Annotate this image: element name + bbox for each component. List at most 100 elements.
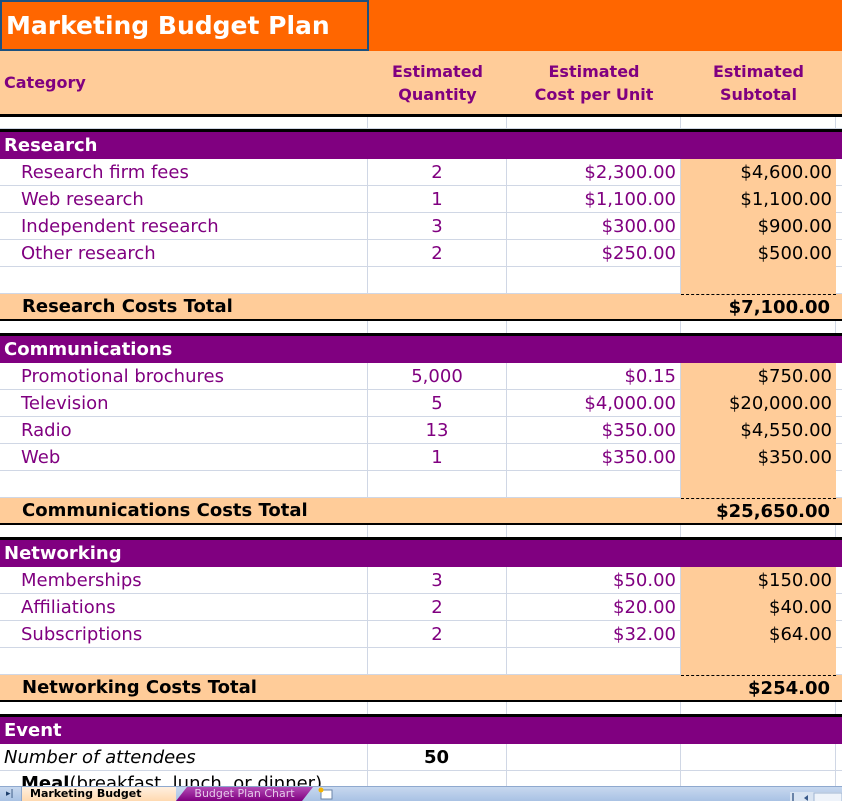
total-label[interactable]: Communications Costs Total bbox=[0, 498, 368, 523]
item-subtotal[interactable]: $20,000.00 bbox=[681, 390, 836, 417]
empty-cell[interactable] bbox=[836, 267, 842, 294]
horizontal-scrollbar[interactable] bbox=[790, 789, 842, 801]
empty-cell[interactable] bbox=[836, 594, 842, 621]
header-cost-per-unit[interactable]: Estimated Cost per Unit bbox=[507, 51, 681, 114]
item-label[interactable]: Affiliations bbox=[0, 594, 368, 621]
item-cost-per-unit[interactable]: $2,300.00 bbox=[507, 159, 681, 186]
empty-cell[interactable] bbox=[368, 648, 507, 675]
empty-cell[interactable] bbox=[507, 117, 681, 129]
item-cost-per-unit[interactable]: $20.00 bbox=[507, 594, 681, 621]
item-subtotal[interactable]: $4,550.00 bbox=[681, 417, 836, 444]
empty-cell[interactable] bbox=[507, 648, 681, 675]
empty-cell[interactable] bbox=[507, 771, 681, 786]
total-value[interactable]: $25,650.00 bbox=[681, 498, 836, 523]
item-cost-per-unit[interactable]: $350.00 bbox=[507, 444, 681, 471]
empty-cell[interactable] bbox=[836, 567, 842, 594]
attendees-value[interactable]: 50 bbox=[368, 744, 507, 771]
empty-cell[interactable] bbox=[836, 390, 842, 417]
item-cost-per-unit[interactable]: $250.00 bbox=[507, 240, 681, 267]
empty-cell[interactable] bbox=[368, 471, 507, 498]
tab-budget-plan-chart[interactable]: Budget Plan Chart bbox=[176, 787, 313, 801]
empty-cell[interactable] bbox=[507, 336, 681, 363]
item-quantity[interactable]: 3 bbox=[368, 213, 507, 240]
empty-cell[interactable] bbox=[836, 471, 842, 498]
section-title[interactable]: Networking bbox=[0, 540, 368, 567]
empty-cell[interactable] bbox=[368, 267, 507, 294]
empty-cell[interactable] bbox=[836, 540, 842, 567]
empty-cell[interactable] bbox=[681, 471, 836, 498]
meal-label[interactable]: Meal (breakfast, lunch, or dinner) bbox=[0, 771, 368, 786]
section-title[interactable]: Communications bbox=[0, 336, 368, 363]
empty-cell[interactable] bbox=[507, 540, 681, 567]
item-subtotal[interactable]: $4,600.00 bbox=[681, 159, 836, 186]
tab-scroll-last-icon[interactable]: ▸| bbox=[6, 787, 14, 801]
item-cost-per-unit[interactable]: $50.00 bbox=[507, 567, 681, 594]
empty-cell[interactable] bbox=[368, 498, 507, 523]
empty-cell[interactable] bbox=[836, 336, 842, 363]
item-quantity[interactable]: 13 bbox=[368, 417, 507, 444]
empty-cell[interactable] bbox=[368, 117, 507, 129]
item-subtotal[interactable]: $750.00 bbox=[681, 363, 836, 390]
empty-cell[interactable] bbox=[368, 540, 507, 567]
empty-cell[interactable] bbox=[836, 363, 842, 390]
item-label[interactable]: Other research bbox=[0, 240, 368, 267]
empty-cell[interactable] bbox=[836, 240, 842, 267]
empty-cell[interactable] bbox=[836, 744, 842, 771]
header-quantity[interactable]: Estimated Quantity bbox=[368, 51, 507, 114]
empty-cell[interactable] bbox=[836, 498, 842, 523]
empty-cell[interactable] bbox=[681, 744, 836, 771]
item-cost-per-unit[interactable]: $300.00 bbox=[507, 213, 681, 240]
empty-cell[interactable] bbox=[681, 267, 836, 294]
empty-cell[interactable] bbox=[681, 771, 836, 786]
total-label[interactable]: Research Costs Total bbox=[0, 294, 368, 319]
item-label[interactable]: Independent research bbox=[0, 213, 368, 240]
empty-cell[interactable] bbox=[507, 267, 681, 294]
item-quantity[interactable]: 2 bbox=[368, 240, 507, 267]
item-label[interactable]: Research firm fees bbox=[0, 159, 368, 186]
empty-cell[interactable] bbox=[368, 675, 507, 700]
empty-cell[interactable] bbox=[368, 771, 507, 786]
empty-cell[interactable] bbox=[836, 117, 842, 129]
empty-cell[interactable] bbox=[507, 744, 681, 771]
empty-cell[interactable] bbox=[681, 540, 836, 567]
item-quantity[interactable]: 2 bbox=[368, 621, 507, 648]
empty-cell[interactable] bbox=[0, 648, 368, 675]
item-subtotal[interactable]: $1,100.00 bbox=[681, 186, 836, 213]
total-label[interactable]: Networking Costs Total bbox=[0, 675, 368, 700]
empty-cell[interactable] bbox=[507, 717, 681, 744]
attendees-label[interactable]: Number of attendees bbox=[0, 744, 368, 771]
item-quantity[interactable]: 1 bbox=[368, 186, 507, 213]
item-label[interactable]: Promotional brochures bbox=[0, 363, 368, 390]
empty-cell[interactable] bbox=[681, 336, 836, 363]
section-title[interactable]: Event bbox=[0, 717, 368, 744]
item-subtotal[interactable]: $350.00 bbox=[681, 444, 836, 471]
empty-cell[interactable] bbox=[681, 132, 836, 159]
item-quantity[interactable]: 1 bbox=[368, 444, 507, 471]
empty-cell[interactable] bbox=[0, 267, 368, 294]
header-subtotal[interactable]: Estimated Subtotal bbox=[681, 51, 836, 114]
empty-cell[interactable] bbox=[836, 675, 842, 700]
item-quantity[interactable]: 5 bbox=[368, 390, 507, 417]
empty-cell[interactable] bbox=[681, 648, 836, 675]
item-subtotal[interactable]: $500.00 bbox=[681, 240, 836, 267]
empty-cell[interactable] bbox=[507, 132, 681, 159]
item-quantity[interactable]: 3 bbox=[368, 567, 507, 594]
item-subtotal[interactable]: $40.00 bbox=[681, 594, 836, 621]
empty-cell[interactable] bbox=[836, 159, 842, 186]
item-quantity[interactable]: 2 bbox=[368, 594, 507, 621]
empty-cell[interactable] bbox=[0, 117, 368, 129]
empty-cell[interactable] bbox=[507, 498, 681, 523]
empty-cell[interactable] bbox=[368, 294, 507, 319]
empty-cell[interactable] bbox=[681, 717, 836, 744]
empty-cell[interactable] bbox=[0, 471, 368, 498]
empty-cell[interactable] bbox=[836, 621, 842, 648]
item-cost-per-unit[interactable]: $32.00 bbox=[507, 621, 681, 648]
item-quantity[interactable]: 2 bbox=[368, 159, 507, 186]
item-label[interactable]: Web research bbox=[0, 186, 368, 213]
total-value[interactable]: $7,100.00 bbox=[681, 294, 836, 319]
empty-cell[interactable] bbox=[836, 186, 842, 213]
item-label[interactable]: Radio bbox=[0, 417, 368, 444]
empty-cell[interactable] bbox=[836, 717, 842, 744]
item-quantity[interactable]: 5,000 bbox=[368, 363, 507, 390]
tab-marketing-budget-plan[interactable]: Marketing Budget Plan bbox=[21, 787, 176, 801]
